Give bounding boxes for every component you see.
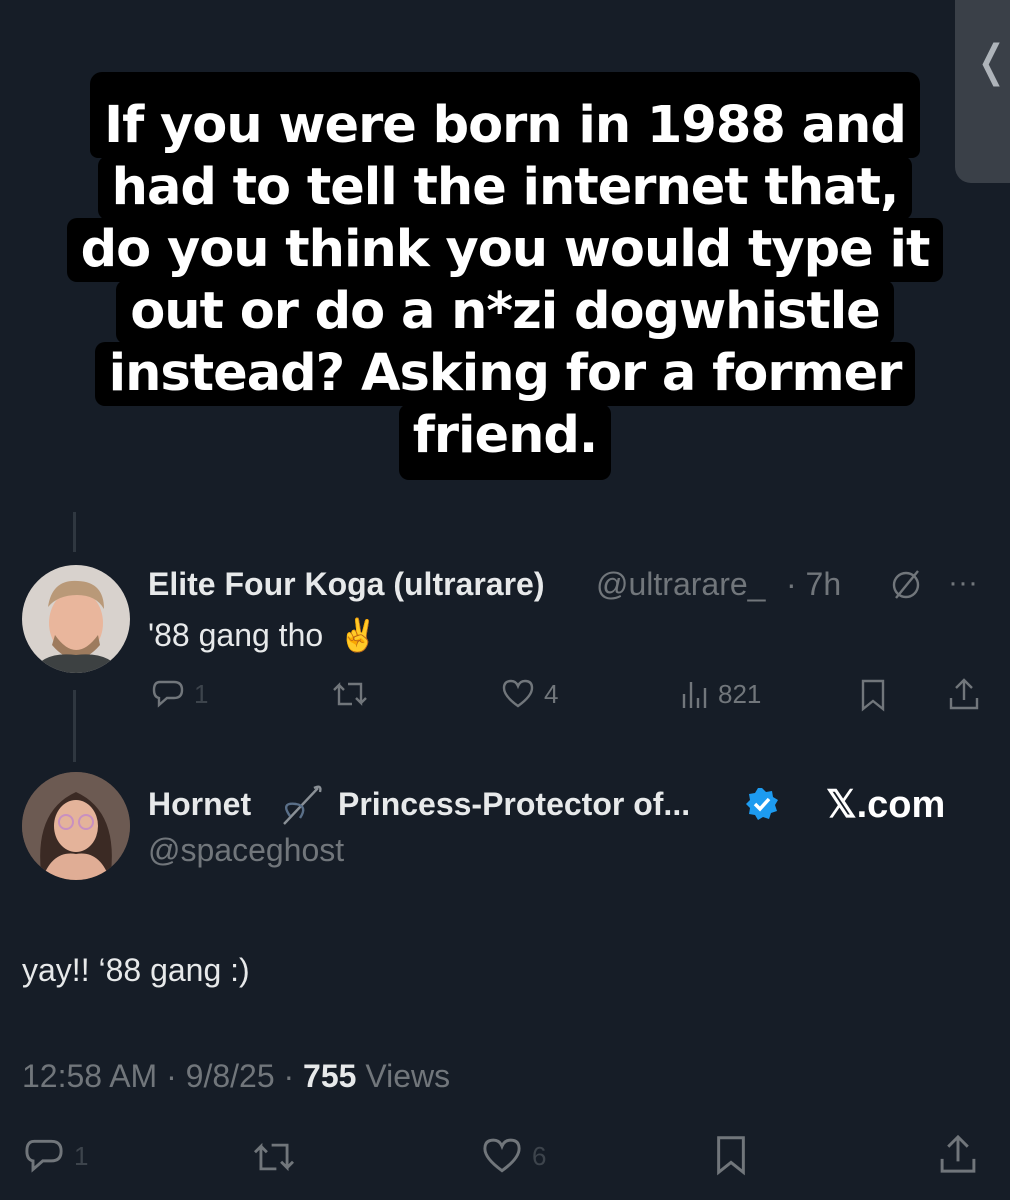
- views-button[interactable]: 821: [680, 678, 761, 710]
- tweet-date[interactable]: 9/8/25: [186, 1058, 275, 1094]
- brand-label: 𝕏.com: [826, 784, 946, 826]
- retweet-icon: [253, 1142, 295, 1172]
- timestamp[interactable]: · 7h: [786, 566, 841, 603]
- reply-count: 1: [194, 678, 209, 709]
- share-icon: [949, 678, 979, 710]
- author-name[interactable]: Hornet: [148, 786, 251, 823]
- caption-line: out or do a n*zi dogwhistle: [116, 280, 894, 344]
- reply-button[interactable]: 1: [22, 1136, 88, 1176]
- caption-line: friend.: [398, 404, 612, 480]
- share-button[interactable]: [946, 676, 982, 712]
- reply-count: 1: [74, 1140, 89, 1171]
- bookmark-button[interactable]: [858, 678, 888, 712]
- tweet-text-content: '88 gang tho: [148, 617, 324, 653]
- like-count: 6: [532, 1140, 547, 1171]
- reply-icon: [25, 1139, 63, 1173]
- needle-icon: [276, 782, 326, 828]
- retweet-icon: [333, 682, 367, 706]
- slash-circle-icon[interactable]: [888, 566, 924, 602]
- like-count: 4: [544, 678, 559, 709]
- share-icon: [940, 1134, 976, 1173]
- more-dots-icon[interactable]: ···: [948, 566, 978, 600]
- tweet-text: '88 gang tho ✌️: [148, 616, 378, 654]
- avatar[interactable]: [22, 772, 130, 880]
- author-handle[interactable]: @spaceghost: [148, 832, 344, 869]
- victory-hand-emoji: ✌️: [338, 617, 378, 653]
- like-button[interactable]: 6: [480, 1136, 546, 1176]
- avatar[interactable]: [22, 565, 130, 673]
- meta-separator: ·: [283, 1058, 295, 1094]
- bookmark-button[interactable]: [712, 1134, 750, 1176]
- like-button[interactable]: 4: [500, 678, 558, 710]
- tweet-text: yay!! ‘88 gang :): [22, 952, 250, 988]
- reply-button[interactable]: 1: [150, 678, 208, 710]
- heart-icon: [502, 679, 534, 708]
- tweet-time[interactable]: 12:58 AM: [22, 1058, 157, 1094]
- meta-separator: ·: [166, 1058, 177, 1094]
- views-label: Views: [365, 1058, 451, 1094]
- caption-overlay: If you were born in 1988 and had to tell…: [0, 72, 1010, 480]
- thread-line: [73, 512, 76, 552]
- thread-line: [73, 690, 76, 762]
- bookmark-icon: [717, 1136, 745, 1176]
- caption-line: do you think you would type it: [66, 218, 944, 282]
- view-count: 821: [718, 678, 762, 709]
- author-handle[interactable]: @ultrarare_: [596, 566, 765, 603]
- views-bar-icon: [682, 682, 707, 708]
- author-name[interactable]: Elite Four Koga (ultrarare): [148, 566, 545, 603]
- verified-badge-icon: [744, 786, 780, 822]
- views-count: 755: [303, 1058, 357, 1094]
- author-name-suffix[interactable]: Princess-Protector of...: [338, 786, 690, 823]
- tweet-meta: 12:58 AM · 9/8/25 · 755 Views: [22, 1058, 450, 1095]
- caption-line: If you were born in 1988 and: [90, 72, 920, 158]
- reply-icon: [152, 680, 184, 708]
- caption-line: had to tell the internet that,: [97, 156, 913, 220]
- caption-line: instead? Asking for a former: [94, 342, 916, 406]
- retweet-button[interactable]: [250, 1138, 298, 1176]
- heart-icon: [483, 1138, 521, 1173]
- share-button[interactable]: [936, 1132, 980, 1176]
- bookmark-icon: [861, 679, 885, 712]
- retweet-button[interactable]: [330, 678, 370, 710]
